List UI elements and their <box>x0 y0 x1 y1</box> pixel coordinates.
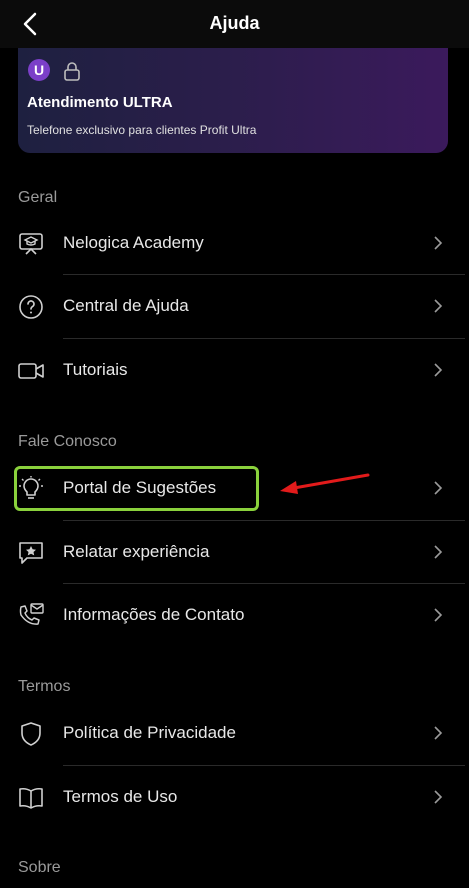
page-title: Ajuda <box>209 13 260 33</box>
academy-icon <box>19 233 43 255</box>
shield-icon <box>21 722 41 746</box>
highlight-box <box>14 466 259 511</box>
red-arrow-annotation <box>280 473 370 494</box>
list-item-label: Política de Privacidade <box>63 723 236 742</box>
chevron-right-icon <box>434 363 443 377</box>
list-item-relatar[interactable]: Relatar experiência <box>0 521 469 584</box>
chevron-right-icon <box>434 236 443 250</box>
ultra-subtitle: Telefone exclusivo para clientes Profit … <box>27 123 257 137</box>
section-geral: Geral <box>18 189 58 206</box>
ultra-support-card[interactable]: U Atendimento ULTRA Telefone exclusivo p… <box>18 48 448 153</box>
chevron-right-icon <box>434 608 443 622</box>
list-item-label: Central de Ajuda <box>63 296 189 315</box>
chevron-right-icon <box>434 545 443 559</box>
top-bar: Ajuda <box>0 0 469 48</box>
list-item-academy[interactable]: Nelogica Academy <box>0 212 469 275</box>
chevron-right-icon <box>434 790 443 804</box>
chevron-right-icon <box>434 481 443 495</box>
list-item-label: Tutoriais <box>63 360 128 379</box>
ultra-badge: U <box>28 59 50 81</box>
list-item-termos-uso[interactable]: Termos de Uso <box>0 766 469 829</box>
lock-icon <box>64 62 80 81</box>
book-open-icon <box>19 787 43 809</box>
help-circle-icon <box>19 295 43 319</box>
chevron-right-icon <box>434 299 443 313</box>
ultra-title: Atendimento ULTRA <box>27 94 173 111</box>
list-item-label: Informações de Contato <box>63 605 245 624</box>
list-item-privacidade[interactable]: Política de Privacidade <box>0 702 469 765</box>
chevron-right-icon <box>434 726 443 740</box>
list-item-contato[interactable]: Informações de Contato <box>0 584 469 647</box>
section-sobre: Sobre <box>18 859 61 876</box>
list-item-central[interactable]: Central de Ajuda <box>0 275 469 338</box>
list-item-label: Termos de Uso <box>63 787 178 806</box>
list-item-label: Relatar experiência <box>63 542 210 561</box>
phone-mail-icon <box>19 603 44 625</box>
video-camera-icon <box>18 363 44 379</box>
feedback-star-icon <box>19 542 43 564</box>
list-item-label: Nelogica Academy <box>63 233 204 252</box>
section-fale-conosco: Fale Conosco <box>18 433 117 450</box>
list-item-tutoriais[interactable]: Tutoriais <box>0 339 469 402</box>
section-termos: Termos <box>18 678 71 695</box>
